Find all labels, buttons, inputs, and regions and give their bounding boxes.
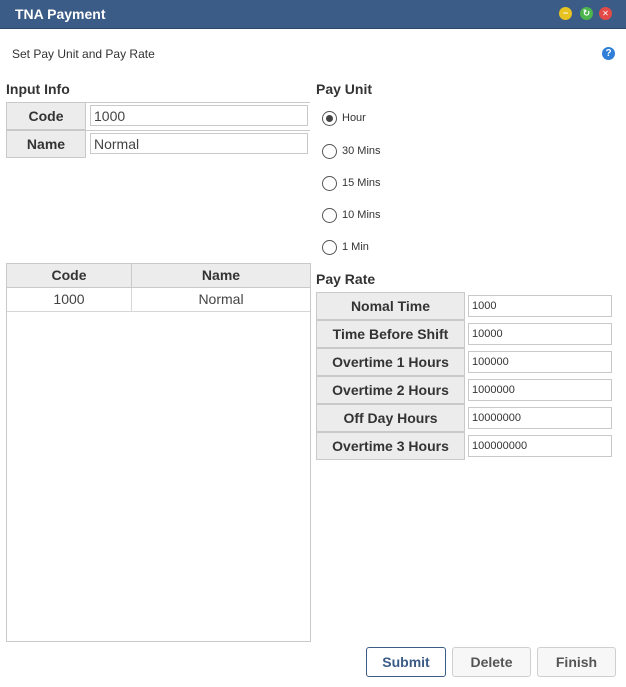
name-row: Name (6, 130, 310, 158)
rate-label: Overtime 2 Hours (316, 376, 465, 404)
radio-label[interactable]: 1 Min (342, 241, 369, 253)
radio-label[interactable]: Hour (342, 112, 366, 124)
rate-row-time-before-shift: Time Before Shift (316, 320, 616, 348)
radio-label[interactable]: 15 Mins (342, 177, 381, 189)
finish-button[interactable]: Finish (537, 647, 616, 677)
rate-row-overtime-3: Overtime 3 Hours (316, 432, 616, 460)
rate-input[interactable] (468, 407, 612, 429)
rate-label: Overtime 3 Hours (316, 432, 465, 460)
radio-button[interactable] (322, 111, 337, 126)
grid-header-code[interactable]: Code (7, 264, 132, 287)
rate-row-off-day: Off Day Hours (316, 404, 616, 432)
pay-unit-heading: Pay Unit (316, 81, 373, 97)
radio-button[interactable] (322, 176, 337, 191)
close-icon[interactable] (599, 7, 612, 20)
input-info-heading: Input Info (6, 81, 70, 97)
radio-button[interactable] (322, 208, 337, 223)
radio-label[interactable]: 10 Mins (342, 209, 381, 221)
code-label: Code (6, 103, 86, 130)
grid-header-name[interactable]: Name (132, 264, 310, 287)
title-bar[interactable]: TNA Payment (0, 0, 626, 29)
rate-label: Overtime 1 Hours (316, 348, 465, 376)
code-input[interactable] (90, 105, 308, 126)
table-cell-name: Normal (198, 291, 244, 307)
radio-button[interactable] (322, 144, 337, 159)
code-row: Code (6, 102, 310, 130)
rate-row-nomal-time: Nomal Time (316, 292, 616, 320)
restore-icon[interactable] (580, 7, 593, 20)
rate-input[interactable] (468, 323, 612, 345)
code-name-grid: Code Name 1000 Normal (6, 263, 311, 642)
radio-button[interactable] (322, 240, 337, 255)
name-input[interactable] (90, 133, 308, 154)
submit-button[interactable]: Submit (366, 647, 446, 677)
rate-row-overtime-1: Overtime 1 Hours (316, 348, 616, 376)
rate-input[interactable] (468, 435, 612, 457)
delete-button[interactable]: Delete (452, 647, 531, 677)
page-subtitle: Set Pay Unit and Pay Rate (12, 47, 155, 61)
minimize-icon[interactable] (559, 7, 572, 20)
rate-input[interactable] (468, 379, 612, 401)
table-cell-code: 1000 (7, 288, 132, 311)
table-row[interactable]: 1000 Normal (7, 288, 310, 312)
grid-header: Code Name (7, 264, 310, 288)
rate-label: Time Before Shift (316, 320, 465, 348)
rate-input[interactable] (468, 295, 612, 317)
rate-label: Off Day Hours (316, 404, 465, 432)
tna-payment-window: TNA Payment Set Pay Unit and Pay Rate ? … (0, 0, 626, 687)
pay-rate-heading: Pay Rate (316, 271, 376, 287)
rate-label: Nomal Time (316, 292, 465, 320)
name-label: Name (6, 131, 86, 158)
help-icon[interactable]: ? (602, 47, 615, 60)
rate-row-overtime-2: Overtime 2 Hours (316, 376, 616, 404)
radio-label[interactable]: 30 Mins (342, 145, 381, 157)
window-title: TNA Payment (15, 6, 106, 22)
rate-input[interactable] (468, 351, 612, 373)
